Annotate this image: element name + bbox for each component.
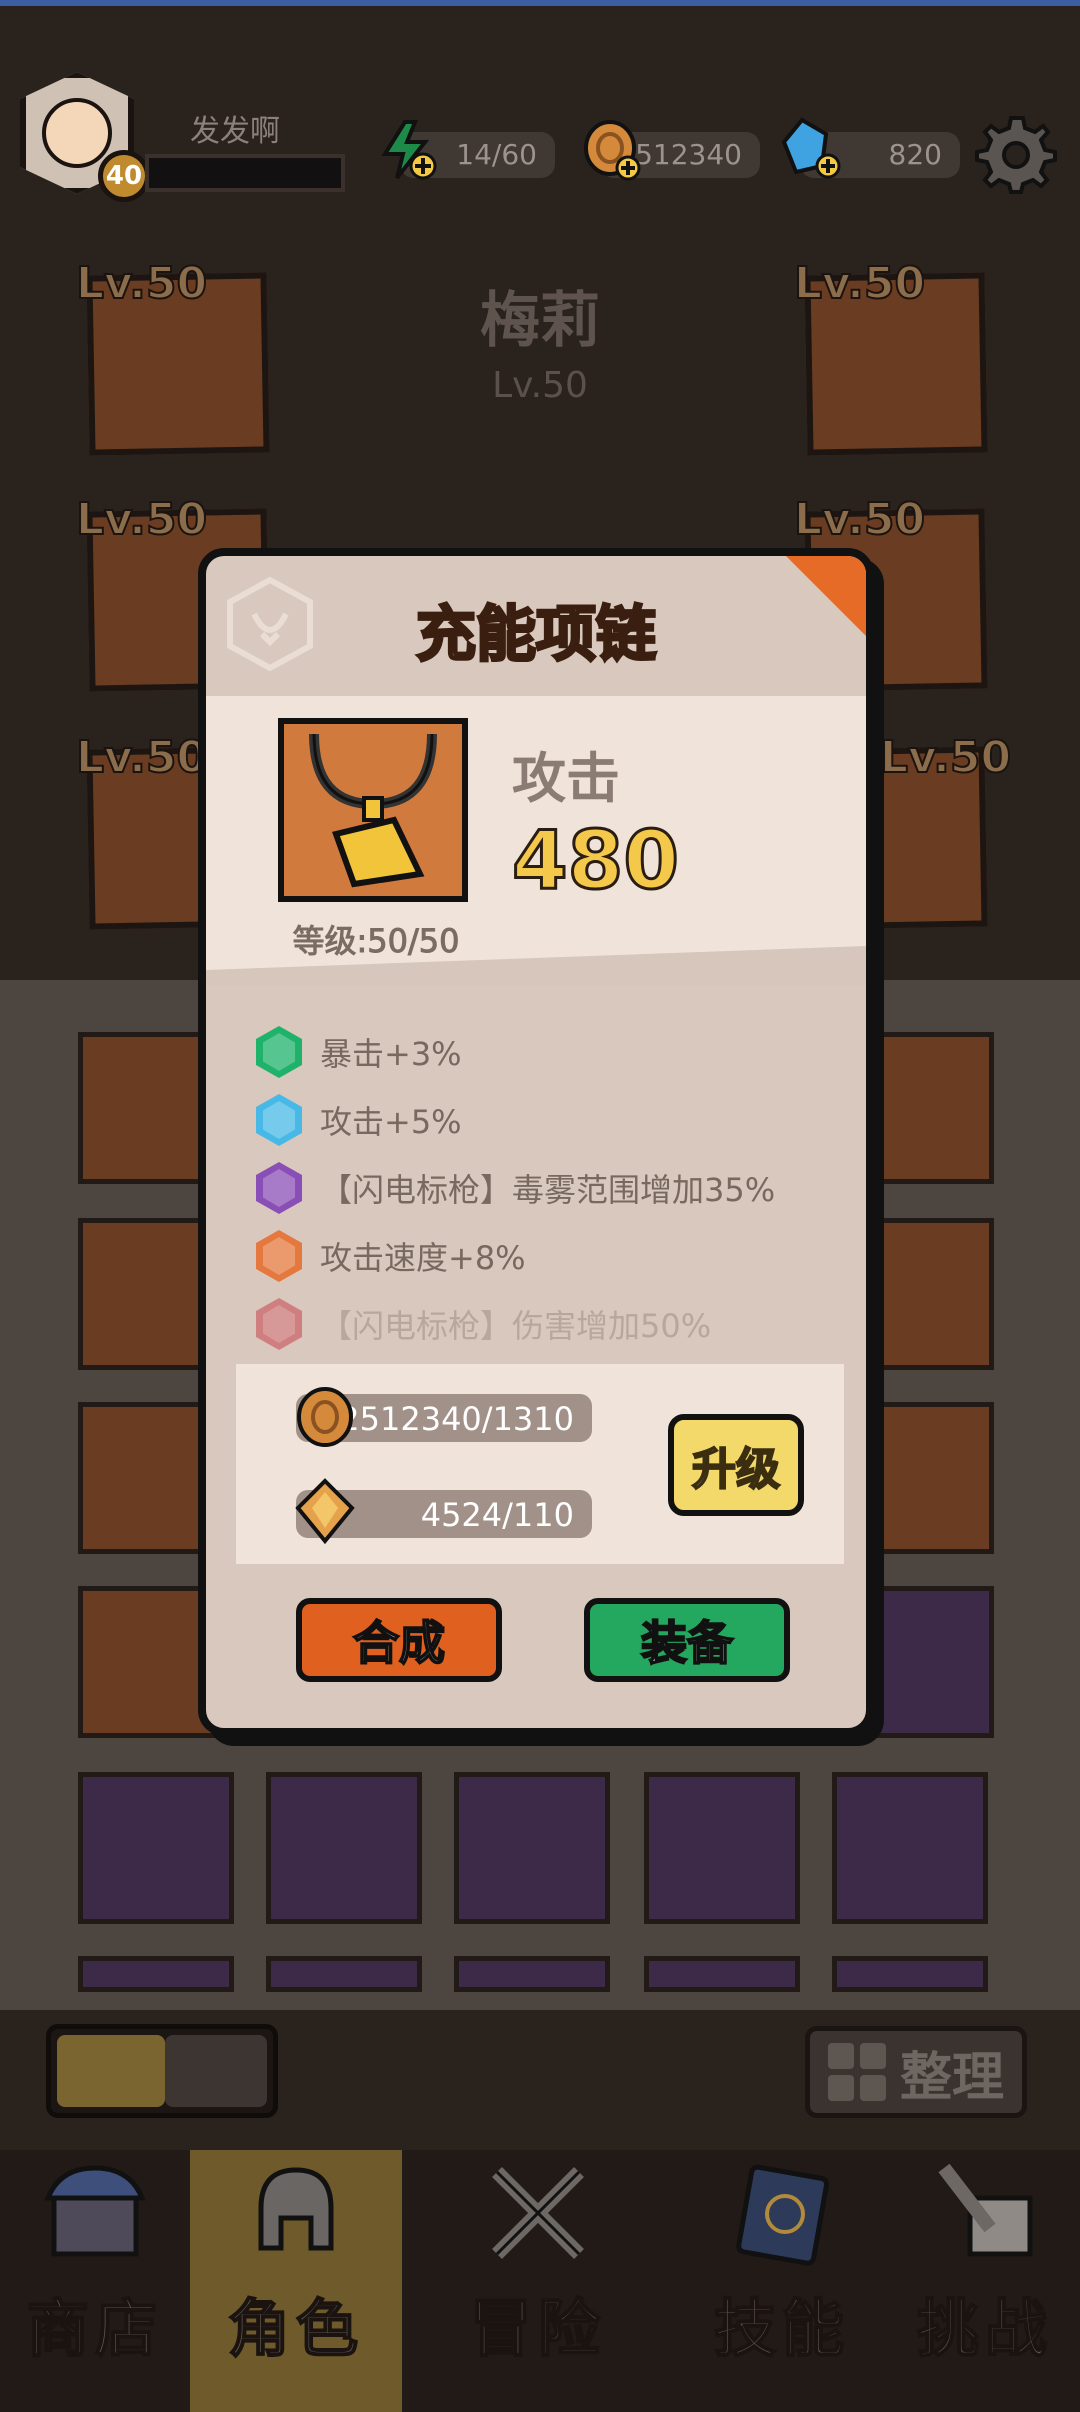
blue-hex-icon	[256, 1094, 302, 1146]
coin-cost-text: 2512340/1310	[339, 1400, 574, 1438]
upgrade-stone-icon	[295, 1478, 355, 1544]
attribute-text: 攻击+5%	[320, 1103, 462, 1141]
xp-bar	[145, 154, 345, 192]
slot-level: Lv.50	[879, 731, 1012, 784]
shop-icon	[44, 2165, 146, 2257]
attribute-row: 攻击速度+8%	[256, 1228, 526, 1284]
attribute-row: 暴击+3%	[256, 1024, 462, 1080]
player-name: 发发啊	[190, 114, 280, 149]
attribute-row: 【闪电标枪】毒雾范围增加35%	[256, 1160, 775, 1216]
inventory-item[interactable]	[644, 1956, 800, 1992]
inventory-item[interactable]	[644, 1772, 800, 1924]
merge-button[interactable]: 合成	[296, 1598, 502, 1682]
energy-value: 14/60	[456, 138, 537, 171]
coin-icon	[584, 120, 641, 181]
nav-label-skills: 技能	[713, 2291, 850, 2366]
avatar-face	[42, 98, 112, 168]
energy-icon	[381, 120, 437, 180]
helmet-icon	[258, 2167, 334, 2251]
item-detail-dialog: 充能项链 等级:50/50 攻击 480 暴击+3% 攻击+5% 【闪电标枪】毒…	[198, 548, 874, 1736]
item-level: 等级:50/50	[292, 922, 460, 961]
sword-flag-icon	[938, 2163, 1033, 2257]
nav-tab-shop[interactable]: 商店	[0, 2150, 190, 2412]
attribute-text: 暴击+3%	[320, 1035, 462, 1073]
settings-gear-icon[interactable]	[975, 112, 1057, 194]
orange-hex-icon	[256, 1230, 302, 1282]
nav-tab-skills[interactable]: 技能	[674, 2150, 890, 2412]
red-hex-icon	[256, 1298, 302, 1350]
top-status-line	[0, 0, 1080, 6]
slot-level: Lv.50	[75, 257, 208, 310]
necklace-icon	[309, 733, 437, 888]
slot-level: Lv.50	[75, 493, 208, 546]
attribute-text: 【闪电标枪】毒雾范围增加35%	[320, 1171, 776, 1209]
coin-cost-icon	[297, 1387, 353, 1447]
nav-tab-challenge[interactable]: 挑战	[890, 2150, 1080, 2412]
attribute-text: 攻击速度+8%	[320, 1239, 526, 1277]
inventory-item[interactable]	[832, 1772, 988, 1924]
slot-level: Lv.50	[793, 257, 926, 310]
inventory-item[interactable]	[832, 1956, 988, 1992]
inventory-item[interactable]	[266, 1956, 422, 1992]
crossed-swords-icon	[492, 2167, 584, 2259]
stat-label: 攻击	[512, 747, 620, 810]
gem-icon	[781, 117, 841, 179]
player-level-badge: 40	[98, 150, 150, 202]
nav-tab-character[interactable]: 角色	[190, 2150, 402, 2412]
arrange-label: 整理	[899, 2047, 1004, 2108]
grid-icon	[827, 2043, 886, 2101]
slot-level: Lv.50	[793, 493, 926, 546]
arrange-button[interactable]: 整理	[805, 2026, 1027, 2118]
upgrade-button[interactable]: 升级	[668, 1414, 804, 1516]
nav-label-shop: 商店	[26, 2291, 163, 2366]
attribute-text: 【闪电标枪】伤害增加50%	[320, 1307, 712, 1345]
nav-label-challenge: 挑战	[916, 2291, 1053, 2366]
nav-label-character: 角色	[227, 2291, 364, 2366]
inventory-item[interactable]	[78, 1956, 234, 1992]
stat-value: 480	[511, 813, 681, 909]
item-icon-frame	[278, 718, 468, 902]
slot-level: Lv.50	[75, 731, 208, 784]
category-toggle[interactable]	[46, 2024, 278, 2118]
stone-cost-text: 4524/110	[420, 1496, 574, 1534]
purple-hex-icon	[256, 1162, 302, 1214]
attribute-row-locked: 【闪电标枪】伤害增加50%	[256, 1296, 711, 1352]
attribute-row: 攻击+5%	[256, 1092, 462, 1148]
toggle-material-option[interactable]	[165, 2035, 267, 2107]
item-title: 充能项链	[415, 599, 658, 672]
nav-tab-adventure[interactable]: 冒险	[402, 2150, 674, 2412]
inventory-item[interactable]	[266, 1772, 422, 1924]
equip-button[interactable]: 装备	[584, 1598, 790, 1682]
nav-label-adventure: 冒险	[469, 2291, 606, 2366]
gem-value: 820	[888, 138, 942, 171]
green-hex-icon	[256, 1026, 302, 1078]
spellbook-icon	[736, 2164, 830, 2266]
inventory-item[interactable]	[78, 1772, 234, 1924]
inventory-item[interactable]	[454, 1772, 610, 1924]
inventory-item[interactable]	[454, 1956, 610, 1992]
toggle-helmet-option[interactable]	[57, 2035, 165, 2107]
